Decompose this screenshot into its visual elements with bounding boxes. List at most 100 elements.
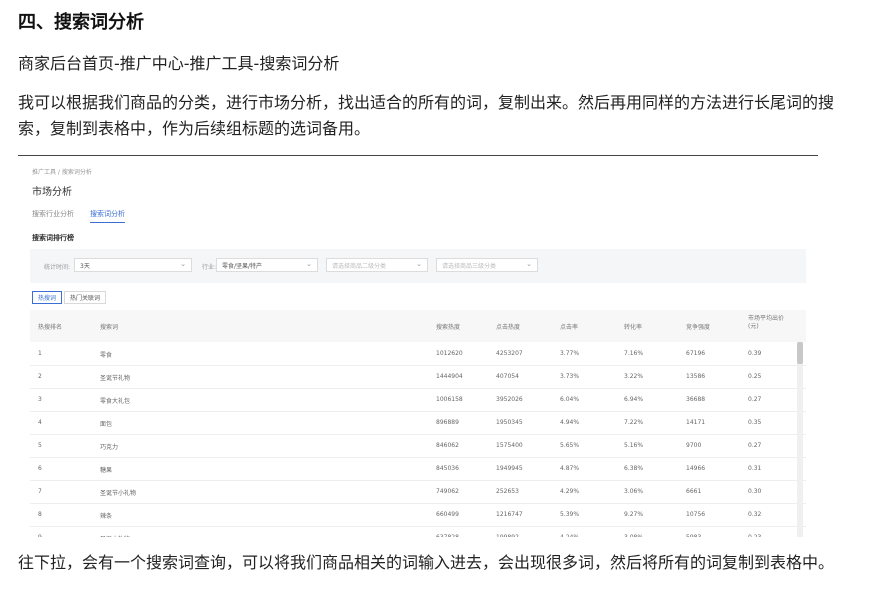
subtab-related-words[interactable]: 热门关联词	[64, 291, 107, 304]
category-level2-placeholder: 请选择商品二级分类	[332, 263, 387, 270]
cell-ctr: 3.73%	[560, 373, 580, 380]
cell-conversion: 3.06%	[624, 488, 644, 495]
cell-ctr: 3.77%	[560, 350, 580, 357]
cell-rank: 3	[38, 396, 42, 403]
breadcrumb: 推广工具 / 搜索词分析	[32, 169, 92, 176]
cell-keyword: 面包	[100, 421, 113, 428]
col-click-heat: 点击热度	[496, 324, 521, 331]
cell-avg-bid: 0.27	[748, 442, 762, 449]
tab-industry-analysis[interactable]: 搜索行业分析	[32, 209, 74, 219]
col-avg-bid: 市场平均出价(元)	[748, 315, 785, 330]
cell-search-heat: 846062	[436, 442, 459, 449]
table-row[interactable]: 6 糖果 845036 1949945 4.87% 6.38% 14966 0.31	[30, 457, 806, 481]
cell-keyword: 圣诞节礼物	[100, 375, 131, 382]
cell-keyword: 零食	[100, 352, 113, 359]
cell-competition: 36688	[686, 396, 706, 403]
category-level3-placeholder: 请选择商品三级分类	[442, 263, 497, 270]
followup-paragraph: 往下拉，会有一个搜索词查询，可以将我们商品相关的词输入进去，会出现很多词，然后将…	[18, 553, 835, 572]
table-row[interactable]: 4 面包 896889 1950345 4.94% 7.22% 14171 0.35	[30, 411, 806, 435]
cell-avg-bid: 0.35	[748, 419, 762, 426]
divider	[18, 155, 818, 156]
col-conversion: 转化率	[624, 324, 643, 331]
cell-click-heat: 1950345	[496, 419, 523, 426]
cell-avg-bid: 0.30	[748, 488, 762, 495]
category-level2-select[interactable]: 请选择商品二级分类 ⌄	[326, 258, 428, 272]
embedded-screenshot: 推广工具 / 搜索词分析 市场分析 搜索行业分析 搜索词分析 搜索词排行榜 统计…	[18, 157, 818, 537]
table-row[interactable]: 3 零食大礼包 1006158 3952026 6.04% 6.94% 36688 0.27	[30, 388, 806, 412]
table-header: 热搜排名 搜索词 搜索热度 点击热度 点击率 转化率 竞争强度 市场平均出价(元…	[30, 310, 806, 342]
cell-rank: 6	[38, 465, 42, 472]
cell-conversion: 7.16%	[624, 350, 644, 357]
col-search-heat: 搜索热度	[436, 324, 461, 331]
cell-conversion: 7.22%	[624, 419, 644, 426]
industry-value: 零食/坚果/特产	[222, 263, 263, 270]
cell-keyword: 糖果	[100, 467, 113, 474]
col-ctr: 点击率	[560, 324, 579, 331]
table-row[interactable]: 5 巧克力 846062 1575400 5.65% 5.16% 9700 0.27	[30, 434, 806, 458]
cell-click-heat: 1949945	[496, 465, 523, 472]
cell-keyword: 圣诞小礼物	[100, 534, 130, 537]
chevron-down-icon: ⌄	[306, 260, 312, 268]
cell-search-heat: 845036	[436, 465, 459, 472]
period-value: 3天	[80, 263, 90, 270]
cell-click-heat: 252653	[496, 488, 519, 495]
cell-avg-bid: 0.32	[748, 511, 762, 518]
cell-ctr: 6.04%	[560, 396, 580, 403]
period-select[interactable]: 3天 ⌄	[74, 258, 192, 272]
cell-ctr: 5.65%	[560, 442, 580, 449]
cell-search-heat: 896889	[436, 419, 459, 426]
cell-click-heat: 4253207	[496, 350, 523, 357]
cell-competition: 9700	[686, 442, 702, 449]
cell-competition: 14171	[686, 419, 706, 426]
cell-search-heat: 749062	[436, 488, 459, 495]
cell-competition: 5983	[686, 534, 701, 537]
cell-click-heat: 3952026	[496, 396, 523, 403]
table-row[interactable]: 1 零食 1012620 4253207 3.77% 7.16% 67196 0.39	[30, 342, 806, 366]
cell-conversion: 9.27%	[624, 511, 644, 518]
chevron-down-icon: ⌄	[416, 260, 422, 268]
col-competition: 竞争强度	[686, 324, 711, 331]
cell-search-heat: 1444904	[436, 373, 463, 380]
cell-search-heat: 637828	[436, 534, 459, 537]
cell-click-heat: 1216747	[496, 511, 523, 518]
cell-search-heat: 1012620	[436, 350, 463, 357]
cell-keyword: 巧克力	[100, 444, 119, 451]
cell-avg-bid: 0.39	[748, 350, 762, 357]
cell-ctr: 4.87%	[560, 465, 580, 472]
intro-paragraph: 我可以根据我们商品的分类，进行市场分析，找出适合的所有的词，复制出来。然后再用同…	[18, 93, 835, 138]
chevron-down-icon: ⌄	[526, 260, 532, 268]
cell-avg-bid: 0.23	[748, 534, 761, 537]
cell-click-heat: 199892	[496, 534, 519, 537]
cell-rank: 7	[38, 488, 42, 495]
cell-rank: 5	[38, 442, 42, 449]
industry-select[interactable]: 零食/坚果/特产 ⌄	[216, 258, 318, 272]
table-row[interactable]: 9 圣诞小礼物 637828 199892 4.24% 3.08% 5983 0.23	[30, 526, 806, 537]
tab-keyword-analysis[interactable]: 搜索词分析	[90, 209, 125, 223]
col-rank: 热搜排名	[38, 324, 63, 331]
cell-competition: 13586	[686, 373, 706, 380]
cell-keyword: 辣条	[100, 513, 113, 520]
chevron-down-icon: ⌄	[180, 260, 186, 268]
cell-rank: 1	[38, 350, 42, 357]
cell-ctr: 4.24%	[560, 534, 579, 537]
cell-avg-bid: 0.31	[748, 465, 762, 472]
cell-rank: 9	[38, 534, 42, 537]
table-row[interactable]: 8 辣条 660499 1216747 5.39% 9.27% 10756 0.32	[30, 503, 806, 527]
cell-search-heat: 660499	[436, 511, 459, 518]
subtab-hot-words[interactable]: 热搜词	[32, 291, 63, 304]
industry-label: 行业:	[202, 264, 217, 271]
cell-click-heat: 1575400	[496, 442, 523, 449]
cell-rank: 2	[38, 373, 42, 380]
cell-conversion: 3.22%	[624, 373, 644, 380]
cell-ctr: 5.39%	[560, 511, 580, 518]
table-row[interactable]: 7 圣诞节小礼物 749062 252653 4.29% 3.06% 6661 0.30	[30, 480, 806, 504]
scrollbar-thumb[interactable]	[797, 342, 803, 364]
navigation-path: 商家后台首页-推广中心-推广工具-搜索词分析	[18, 54, 340, 73]
category-level3-select[interactable]: 请选择商品三级分类 ⌄	[436, 258, 538, 272]
scrollbar[interactable]	[797, 342, 803, 537]
cell-competition: 10756	[686, 511, 706, 518]
table-row[interactable]: 2 圣诞节礼物 1444904 407054 3.73% 3.22% 13586 0.25	[30, 365, 806, 389]
cell-conversion: 6.38%	[624, 465, 644, 472]
cell-keyword: 零食大礼包	[100, 398, 131, 405]
cell-conversion: 6.94%	[624, 396, 644, 403]
